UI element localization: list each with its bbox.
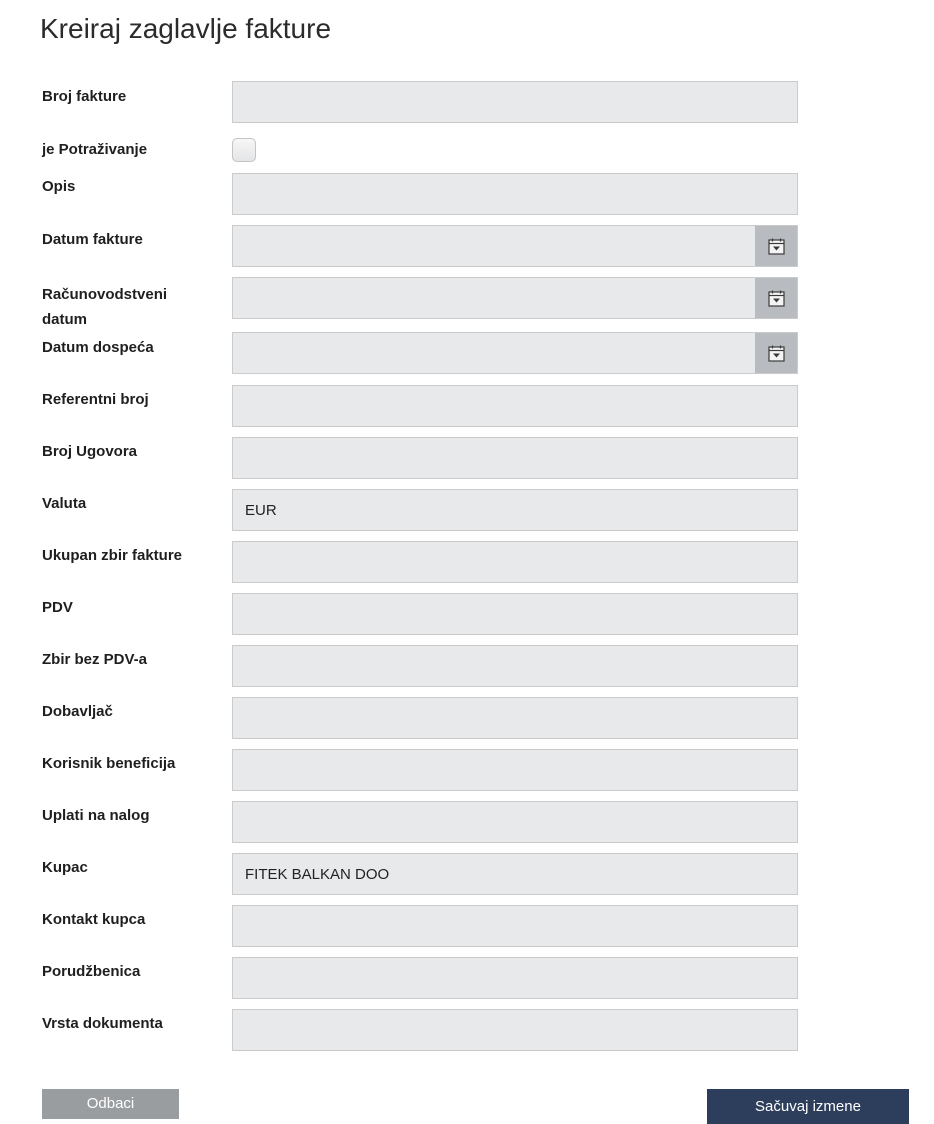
broj-ugovora-input[interactable] (232, 437, 798, 479)
label-ukupan-zbir-fakture: Ukupan zbir fakture (42, 547, 183, 564)
label-kupac: Kupac (42, 859, 88, 876)
label-korisnik-beneficija: Korisnik beneficija (42, 755, 176, 772)
discard-button[interactable]: Odbaci (42, 1089, 179, 1119)
label-referentni-broj: Referentni broj (42, 391, 149, 408)
referentni-broj-input[interactable] (232, 385, 798, 427)
ukupan-zbir-fakture-input[interactable] (232, 541, 798, 583)
valuta-input[interactable] (232, 489, 798, 531)
calendar-icon (768, 290, 785, 307)
label-broj-fakture: Broj fakture (42, 88, 127, 105)
dobavljac-input[interactable] (232, 697, 798, 739)
vrsta-dokumenta-input[interactable] (232, 1009, 798, 1051)
datum-fakture-calendar-button[interactable] (755, 225, 798, 267)
pdv-input[interactable] (232, 593, 798, 635)
opis-input[interactable] (232, 173, 798, 215)
datum-fakture-input[interactable] (232, 225, 756, 267)
label-opis: Opis (42, 178, 76, 195)
racunovodstveni-datum-input[interactable] (232, 277, 756, 319)
datum-dospeca-input[interactable] (232, 332, 756, 374)
broj-fakture-input[interactable] (232, 81, 798, 123)
page-title: Kreiraj zaglavlje fakture (40, 13, 332, 44)
label-datum-fakture: Datum fakture (42, 231, 143, 248)
porudzbenica-input[interactable] (232, 957, 798, 999)
uplati-na-nalog-input[interactable] (232, 801, 798, 843)
label-zbir-bez-pdv: Zbir bez PDV-a (42, 651, 148, 668)
label-racunovodstveni-line1: Računovodstveni (42, 286, 168, 303)
label-vrsta-dokumenta: Vrsta dokumenta (42, 1015, 163, 1032)
label-uplati-na-nalog: Uplati na nalog (42, 807, 150, 824)
racunovodstveni-datum-calendar-button[interactable] (755, 277, 798, 319)
label-je-potrazivanje: je Potraživanje (42, 141, 148, 158)
datum-dospeca-calendar-button[interactable] (755, 332, 798, 374)
calendar-icon (768, 345, 785, 362)
label-pdv: PDV (42, 599, 73, 616)
je-potrazivanje-checkbox[interactable] (232, 138, 256, 162)
label-racunovodstveni-line2: datum (42, 311, 87, 328)
calendar-icon (768, 238, 785, 255)
label-racunovodstveni-datum: Računovodstveni datum (42, 282, 218, 332)
label-kontakt-kupca: Kontakt kupca (42, 911, 146, 928)
save-changes-button[interactable]: Sačuvaj izmene (707, 1089, 909, 1124)
label-broj-ugovora: Broj Ugovora (42, 443, 138, 460)
label-valuta: Valuta (42, 495, 87, 512)
kupac-input[interactable] (232, 853, 798, 895)
zbir-bez-pdv-input[interactable] (232, 645, 798, 687)
label-dobavljac: Dobavljač (42, 703, 113, 720)
label-porudzbenica: Porudžbenica (42, 963, 141, 980)
korisnik-beneficija-input[interactable] (232, 749, 798, 791)
label-datum-dospeca: Datum dospeća (42, 339, 154, 356)
kontakt-kupca-input[interactable] (232, 905, 798, 947)
